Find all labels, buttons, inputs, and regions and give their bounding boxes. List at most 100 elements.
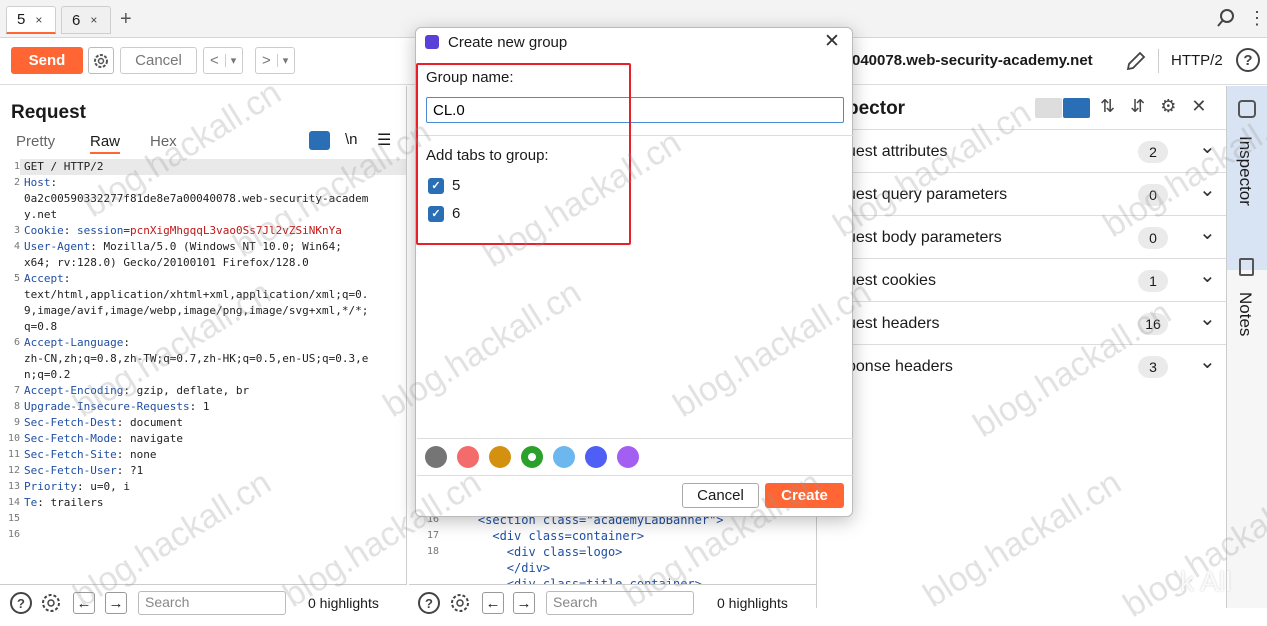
inspector-section[interactable]: uest query parameters 0 ⌄ bbox=[817, 172, 1227, 215]
inspector-section[interactable]: ponse headers 3 ⌄ bbox=[817, 344, 1227, 387]
divider bbox=[417, 475, 853, 476]
close-icon[interactable]: ✕ bbox=[1191, 96, 1206, 116]
layout-toggle-left[interactable] bbox=[1035, 98, 1062, 118]
section-label: uest query parameters bbox=[847, 186, 1008, 203]
help-icon[interactable]: ? bbox=[418, 592, 440, 614]
count-badge: 1 bbox=[1138, 270, 1168, 292]
code-line: Upgrade-Insecure-Requests: 1 bbox=[24, 400, 210, 413]
header-name: Accept-Language bbox=[24, 336, 124, 349]
side-tab-notes[interactable]: Notes bbox=[1235, 292, 1255, 336]
inspector-section[interactable]: uest attributes 2 ⌄ bbox=[817, 129, 1227, 172]
inspector-section[interactable]: uest cookies 1 ⌄ bbox=[817, 258, 1227, 301]
code-line: Sec-Fetch-Site: none bbox=[24, 448, 157, 461]
code-line: Host: bbox=[24, 176, 58, 189]
newline-toggle[interactable]: \n bbox=[345, 131, 358, 148]
color-swatch[interactable] bbox=[425, 446, 447, 468]
line-number: 9 bbox=[13, 417, 20, 428]
search-icon[interactable] bbox=[1216, 8, 1236, 28]
checkbox-checked-icon[interactable]: ✓ bbox=[428, 205, 444, 222]
color-swatch[interactable] bbox=[585, 446, 607, 468]
header-name: Sec-Fetch-User bbox=[24, 464, 117, 477]
chevron-down-icon[interactable]: ▾ bbox=[276, 54, 288, 67]
inspector-tab-icon bbox=[1238, 100, 1256, 118]
tab-6[interactable]: 6 × bbox=[61, 6, 111, 34]
code-line: Sec-Fetch-Dest: document bbox=[24, 416, 183, 429]
header-name: Priority bbox=[24, 480, 77, 493]
corner-watermark: k All bbox=[1180, 566, 1232, 597]
edit-target-icon[interactable] bbox=[1124, 49, 1148, 73]
checkbox-checked-icon[interactable]: ✓ bbox=[428, 177, 444, 194]
search-input[interactable]: Search bbox=[546, 591, 694, 615]
line-number: 12 bbox=[7, 465, 20, 476]
color-swatch[interactable] bbox=[521, 446, 543, 468]
tab-option-6[interactable]: ✓ 6 bbox=[428, 205, 460, 222]
new-tab-button[interactable]: + bbox=[120, 8, 132, 30]
help-icon[interactable]: ? bbox=[1236, 48, 1260, 72]
code-line: Accept: bbox=[24, 272, 71, 285]
search-input[interactable]: Search bbox=[138, 591, 286, 615]
word-wrap-icon[interactable] bbox=[309, 131, 330, 150]
tab-label: 5 bbox=[17, 11, 26, 28]
chevron-down-icon[interactable]: ⌄ bbox=[1199, 220, 1216, 245]
help-icon[interactable]: ? bbox=[10, 592, 32, 614]
tab-option-5[interactable]: ✓ 5 bbox=[428, 177, 460, 194]
settings-button[interactable] bbox=[88, 47, 114, 74]
divider bbox=[417, 438, 853, 439]
chevron-down-icon[interactable]: ⌄ bbox=[1199, 306, 1216, 331]
cancel-button[interactable]: Cancel bbox=[682, 483, 759, 508]
back-button[interactable]: < ▾ bbox=[203, 47, 244, 74]
close-icon[interactable]: × bbox=[90, 13, 97, 27]
prev-match-button[interactable]: ← bbox=[73, 592, 95, 614]
header-name: Cookie bbox=[24, 224, 64, 237]
forward-button[interactable]: > ▾ bbox=[255, 47, 296, 74]
group-name-input[interactable] bbox=[426, 97, 844, 123]
cancel-button[interactable]: Cancel bbox=[120, 47, 197, 74]
inspector-section[interactable]: uest body parameters 0 ⌄ bbox=[817, 215, 1227, 258]
section-label: uest cookies bbox=[847, 272, 936, 289]
app-logo-icon bbox=[425, 35, 439, 49]
align-icon[interactable]: ⇅ bbox=[1100, 96, 1115, 116]
code-line: n;q=0.2 bbox=[24, 368, 71, 381]
tab-option-label: 5 bbox=[452, 177, 461, 194]
inspector-section[interactable]: uest headers 16 ⌄ bbox=[817, 301, 1227, 344]
more-options-icon[interactable]: ⋮ bbox=[1248, 9, 1266, 27]
section-label: uest headers bbox=[847, 315, 940, 332]
chevron-down-icon[interactable]: ⌄ bbox=[1199, 263, 1216, 288]
tab-raw[interactable]: Raw bbox=[90, 133, 121, 154]
count-badge: 16 bbox=[1138, 313, 1168, 335]
request-title: Request bbox=[11, 102, 86, 123]
add-tabs-label: Add tabs to group: bbox=[426, 147, 549, 164]
chevron-down-icon[interactable]: ⌄ bbox=[1199, 177, 1216, 202]
tab-hex[interactable]: Hex bbox=[150, 133, 177, 150]
prev-match-button[interactable]: ← bbox=[482, 592, 504, 614]
chevron-down-icon[interactable]: ⌄ bbox=[1199, 134, 1216, 159]
tab-5[interactable]: 5 × bbox=[6, 6, 56, 34]
protocol-label[interactable]: HTTP/2 bbox=[1171, 52, 1223, 69]
create-button[interactable]: Create bbox=[765, 483, 844, 508]
chevron-down-icon[interactable]: ⌄ bbox=[1199, 349, 1216, 374]
close-icon[interactable]: ✕ bbox=[824, 30, 840, 53]
code-line: zh-CN,zh;q=0.8,zh-TW;q=0.7,zh-HK;q=0.5,e… bbox=[24, 352, 369, 365]
gear-icon[interactable]: ⚙ bbox=[1160, 96, 1176, 116]
menu-icon[interactable]: ☰ bbox=[377, 130, 391, 150]
code-line: Sec-Fetch-User: ?1 bbox=[24, 464, 144, 477]
header-name: Te bbox=[24, 496, 38, 509]
layout-toggle-right[interactable] bbox=[1063, 98, 1090, 118]
next-match-button[interactable]: → bbox=[105, 592, 127, 614]
sort-icon[interactable]: ⇵ bbox=[1130, 96, 1145, 116]
gear-icon[interactable] bbox=[449, 592, 471, 614]
forward-arrow: > bbox=[262, 52, 271, 69]
close-icon[interactable]: × bbox=[35, 13, 42, 27]
response-editor[interactable]: 16 <section class="academyLabBanner"> 17 … bbox=[409, 508, 815, 584]
gear-icon[interactable] bbox=[40, 592, 62, 614]
color-swatch[interactable] bbox=[489, 446, 511, 468]
next-match-button[interactable]: → bbox=[513, 592, 535, 614]
send-button[interactable]: Send bbox=[11, 47, 83, 74]
color-swatch[interactable] bbox=[617, 446, 639, 468]
back-arrow: < bbox=[210, 52, 219, 69]
tab-pretty[interactable]: Pretty bbox=[16, 133, 55, 150]
color-swatch[interactable] bbox=[553, 446, 575, 468]
chevron-down-icon[interactable]: ▾ bbox=[224, 54, 236, 67]
side-tab-inspector[interactable]: Inspector bbox=[1227, 86, 1267, 270]
color-swatch[interactable] bbox=[457, 446, 479, 468]
